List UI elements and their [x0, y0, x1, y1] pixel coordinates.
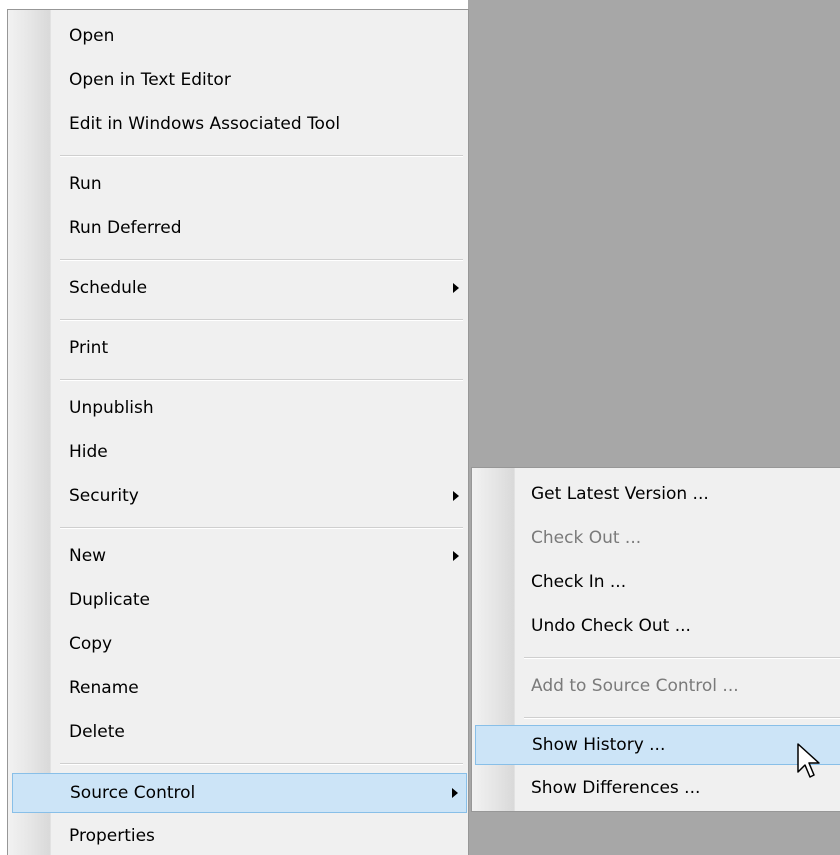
menu-item-label: Get Latest Version ... [531, 484, 709, 504]
submenu-item-add-to-source-control[interactable]: Add to Source Control ... [514, 667, 840, 705]
menu-item-label: Check Out ... [531, 528, 642, 548]
submenu-item-show-history[interactable]: Show History ... [475, 725, 840, 765]
menu-item-open-in-text-editor[interactable]: Open in Text Editor [50, 61, 467, 99]
menu-item-label: Edit in Windows Associated Tool [69, 114, 341, 134]
menu-item-label: Source Control [70, 783, 196, 803]
menu-separator [60, 379, 463, 381]
menu-item-new[interactable]: New [50, 537, 467, 575]
menu-item-label: Run Deferred [69, 218, 182, 238]
mouse-pointer-icon [797, 743, 820, 778]
menu-icon-gutter [8, 10, 51, 855]
submenu-arrow-icon [453, 283, 459, 293]
menu-item-hide[interactable]: Hide [50, 433, 467, 471]
menu-item-unpublish[interactable]: Unpublish [50, 389, 467, 427]
menu-separator [60, 319, 463, 321]
menu-item-schedule[interactable]: Schedule [50, 269, 467, 307]
menu-item-label: Run [69, 174, 102, 194]
menu-item-label: Print [69, 338, 109, 358]
submenu-item-check-in[interactable]: Check In ... [514, 563, 840, 601]
menu-item-edit-in-windows-associated-tool[interactable]: Edit in Windows Associated Tool [50, 105, 467, 143]
context-menu: Open Open in Text Editor Edit in Windows… [7, 9, 469, 855]
menu-item-label: Properties [69, 826, 155, 846]
menu-item-print[interactable]: Print [50, 329, 467, 367]
menu-item-label: New [69, 546, 107, 566]
menu-separator [60, 155, 463, 157]
menu-item-label: Open [69, 26, 115, 46]
menu-item-run[interactable]: Run [50, 165, 467, 203]
menu-item-open[interactable]: Open [50, 17, 467, 55]
menu-item-label: Hide [69, 442, 108, 462]
menu-item-label: Add to Source Control ... [531, 676, 739, 696]
menu-item-label: Duplicate [69, 590, 150, 610]
menu-item-label: Rename [69, 678, 139, 698]
submenu-arrow-icon [453, 551, 459, 561]
menu-separator [524, 657, 840, 659]
menu-separator [60, 763, 463, 765]
menu-item-rename[interactable]: Rename [50, 669, 467, 707]
menu-separator [60, 527, 463, 529]
submenu-item-get-latest-version[interactable]: Get Latest Version ... [514, 475, 840, 513]
submenu-item-undo-check-out[interactable]: Undo Check Out ... [514, 607, 840, 645]
menu-item-label: Show History ... [532, 735, 666, 755]
menu-separator [524, 717, 840, 719]
menu-item-label: Check In ... [531, 572, 627, 592]
submenu-arrow-icon [452, 788, 458, 798]
submenu-item-show-differences[interactable]: Show Differences ... [514, 769, 840, 807]
menu-item-run-deferred[interactable]: Run Deferred [50, 209, 467, 247]
menu-item-label: Copy [69, 634, 113, 654]
menu-item-label: Delete [69, 722, 125, 742]
source-control-submenu: Get Latest Version ... Check Out ... Che… [471, 467, 840, 812]
menu-item-label: Schedule [69, 278, 148, 298]
submenu-arrow-icon [453, 491, 459, 501]
menu-item-duplicate[interactable]: Duplicate [50, 581, 467, 619]
menu-item-label: Security [69, 486, 139, 506]
menu-item-copy[interactable]: Copy [50, 625, 467, 663]
menu-item-label: Unpublish [69, 398, 154, 418]
menu-item-source-control[interactable]: Source Control [12, 773, 467, 813]
submenu-item-check-out[interactable]: Check Out ... [514, 519, 840, 557]
menu-item-properties[interactable]: Properties [50, 817, 467, 855]
menu-item-security[interactable]: Security [50, 477, 467, 515]
menu-separator [60, 259, 463, 261]
menu-item-label: Undo Check Out ... [531, 616, 691, 636]
menu-item-delete[interactable]: Delete [50, 713, 467, 751]
menu-item-label: Open in Text Editor [69, 70, 231, 90]
menu-item-label: Show Differences ... [531, 778, 701, 798]
